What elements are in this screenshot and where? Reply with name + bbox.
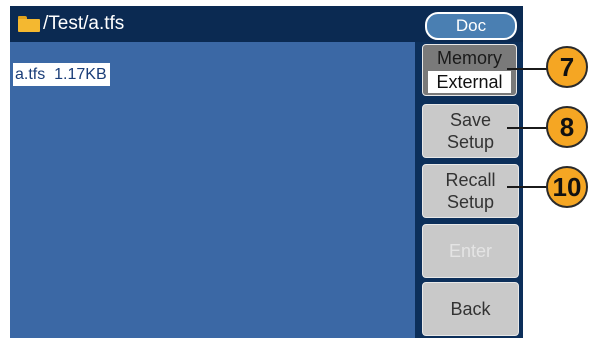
file-list-item[interactable]: a.tfs 1.17KB bbox=[13, 63, 110, 86]
memory-softkey[interactable]: Memory External bbox=[422, 44, 517, 96]
memory-value: External bbox=[428, 71, 511, 93]
instrument-screen: /Test/a.tfs Doc a.tfs 1.17KB Memory Exte… bbox=[10, 6, 523, 338]
save-setup-softkey[interactable]: Save Setup bbox=[422, 104, 519, 158]
title-bar: /Test/a.tfs Doc bbox=[10, 6, 523, 42]
callout-line-8 bbox=[507, 127, 547, 129]
save-setup-line1: Save bbox=[449, 110, 492, 130]
callout-badge-10: 10 bbox=[546, 166, 588, 208]
callout-badge-7: 7 bbox=[546, 46, 588, 88]
recall-setup-line2: Setup bbox=[446, 192, 495, 212]
back-softkey[interactable]: Back bbox=[422, 282, 519, 336]
enter-label: Enter bbox=[448, 241, 493, 261]
file-list-panel: a.tfs 1.17KB bbox=[10, 42, 415, 338]
enter-softkey[interactable]: Enter bbox=[422, 224, 519, 278]
back-label: Back bbox=[450, 299, 491, 319]
memory-label: Memory bbox=[436, 48, 502, 68]
callout-badge-8: 8 bbox=[546, 106, 588, 148]
path-text: /Test/a.tfs bbox=[43, 13, 125, 34]
folder-icon bbox=[18, 16, 40, 32]
save-setup-line2: Setup bbox=[446, 132, 495, 152]
recall-setup-line1: Recall bbox=[445, 170, 496, 190]
callout-line-7 bbox=[507, 68, 547, 70]
callout-line-10 bbox=[507, 186, 547, 188]
doc-button[interactable]: Doc bbox=[425, 12, 517, 40]
recall-setup-softkey[interactable]: Recall Setup bbox=[422, 164, 519, 218]
current-path: /Test/a.tfs bbox=[18, 11, 124, 37]
